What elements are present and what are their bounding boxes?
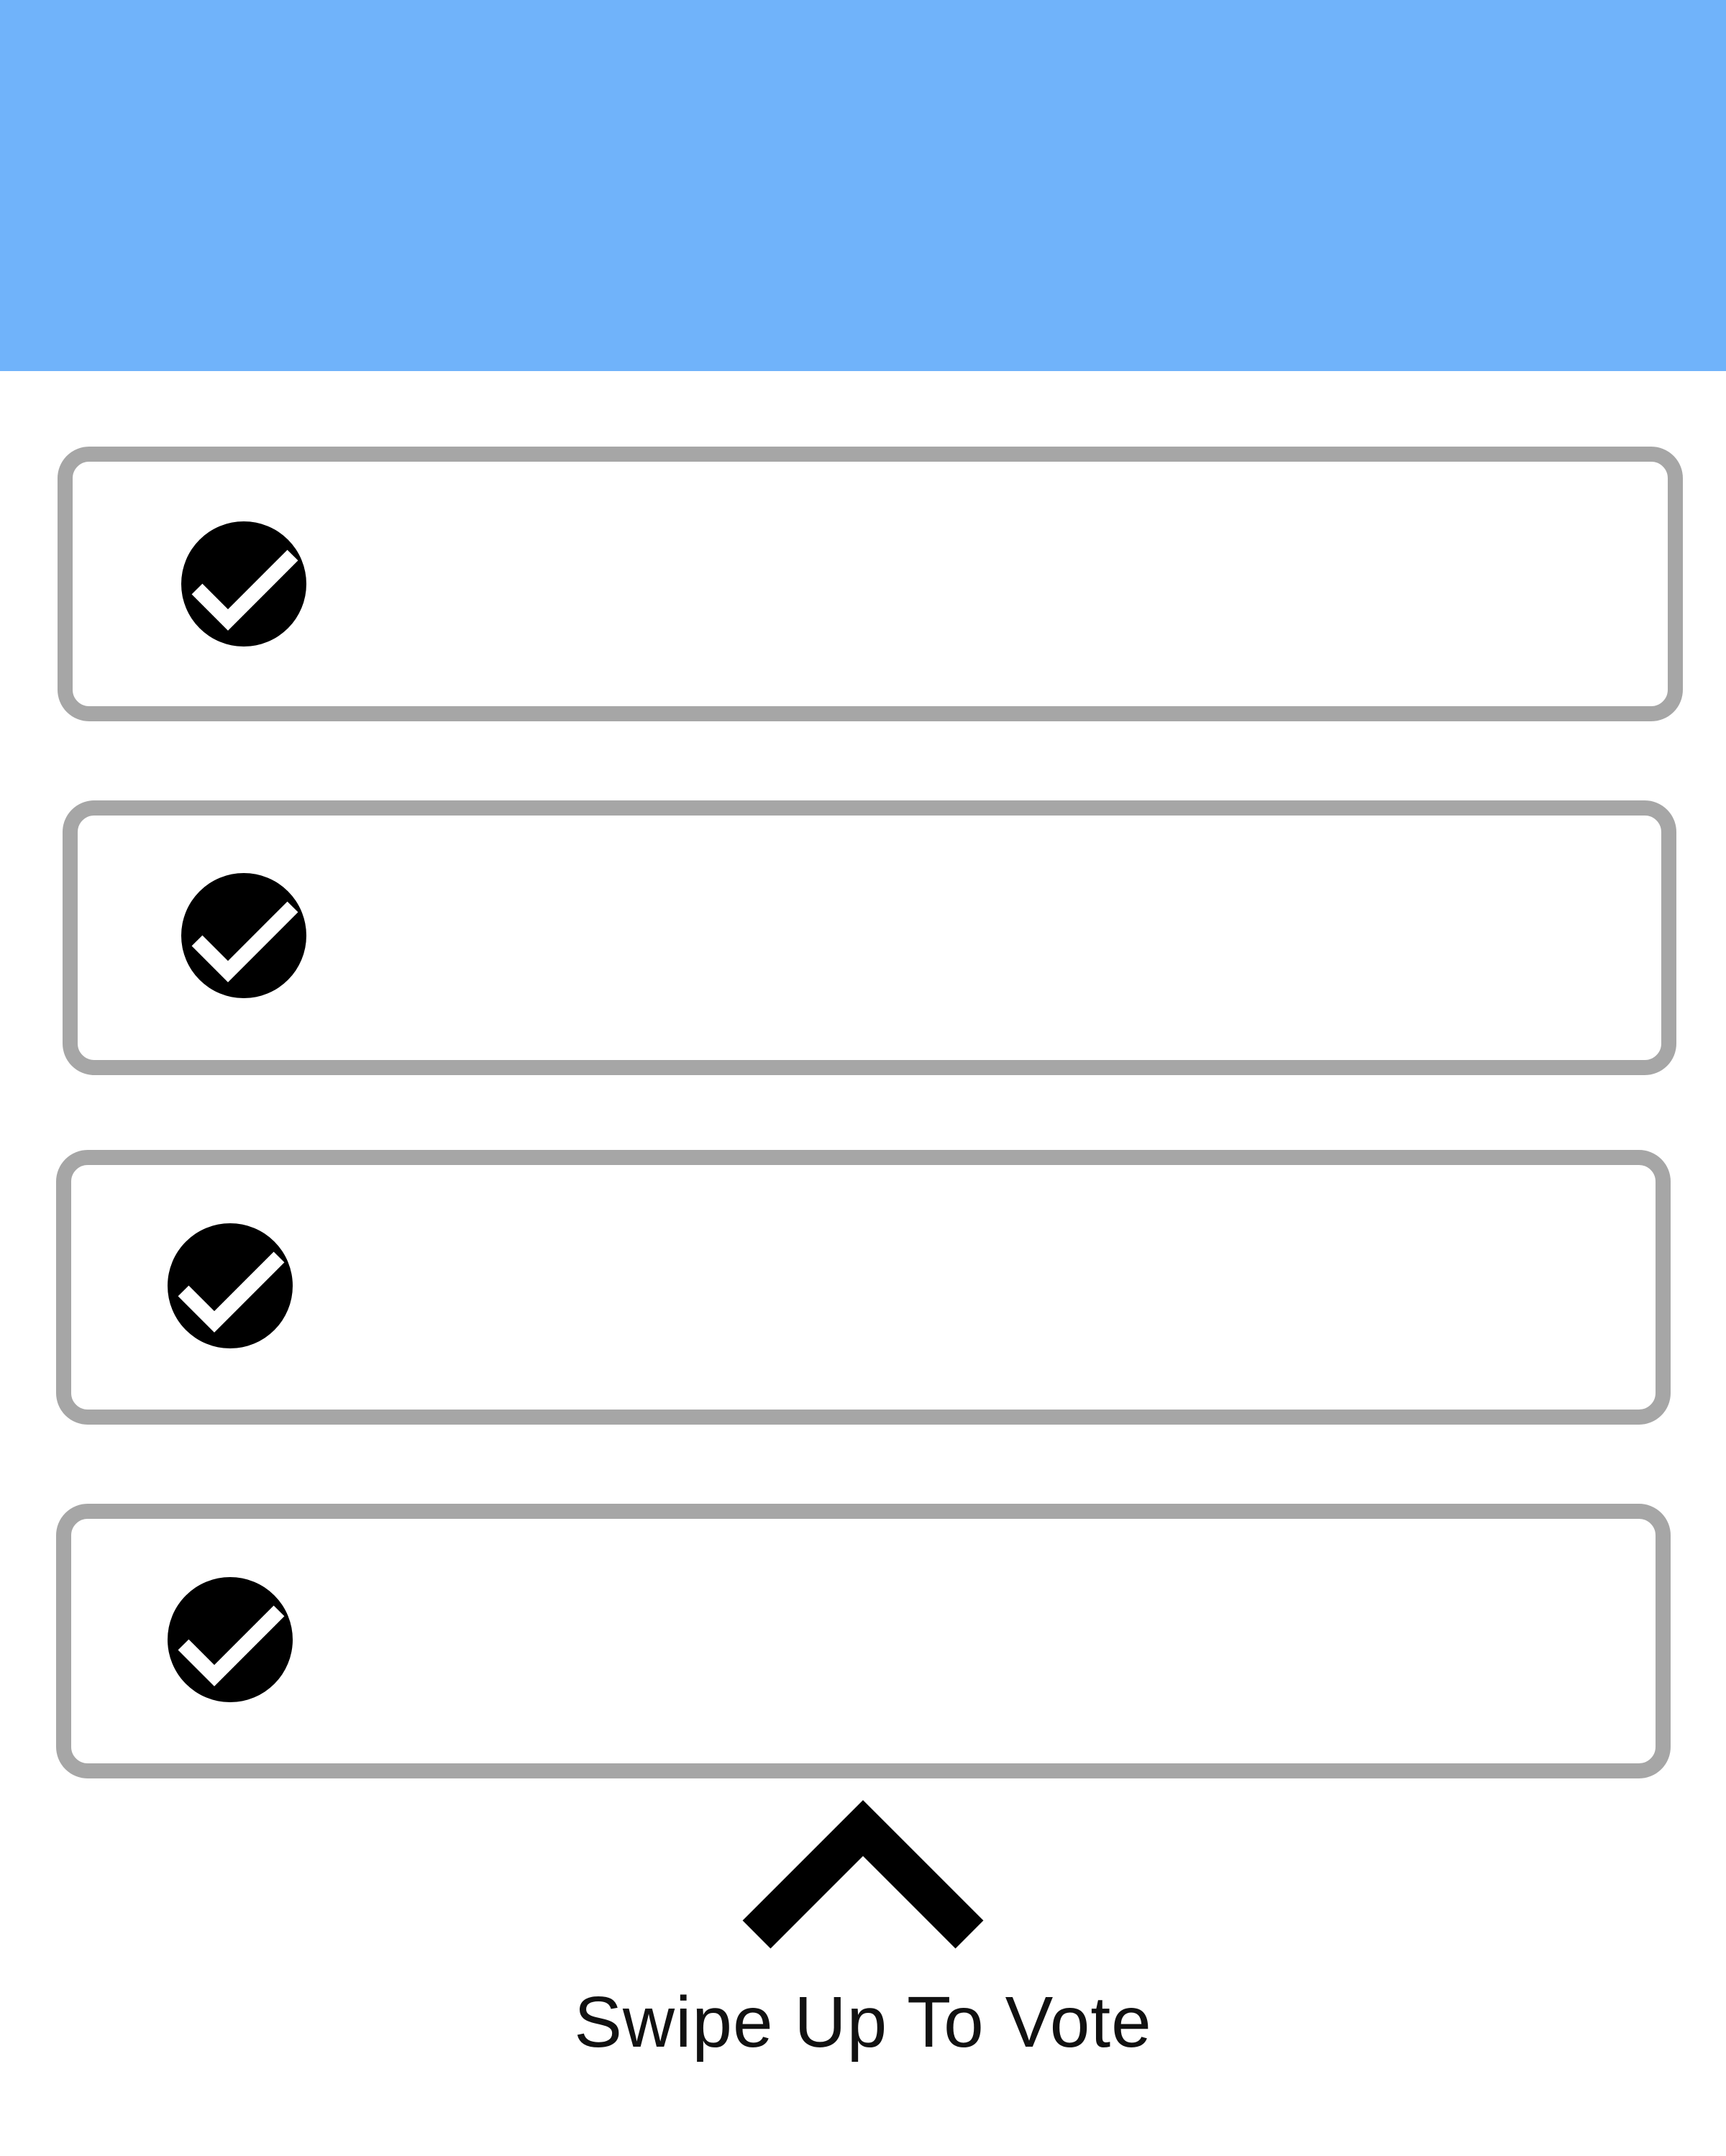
- chevron-up-icon[interactable]: [742, 1799, 984, 1949]
- header-banner: [0, 0, 1726, 371]
- swipe-up-label: Swipe Up To Vote: [574, 1982, 1152, 2063]
- vote-option-1[interactable]: [58, 447, 1683, 721]
- check-circle-icon: [168, 1223, 293, 1348]
- check-circle-icon: [181, 873, 306, 998]
- check-circle-icon: [168, 1577, 293, 1702]
- vote-option-3[interactable]: [56, 1150, 1671, 1425]
- check-circle-icon: [181, 521, 306, 647]
- vote-option-2[interactable]: [63, 800, 1676, 1075]
- vote-option-4[interactable]: [56, 1504, 1671, 1778]
